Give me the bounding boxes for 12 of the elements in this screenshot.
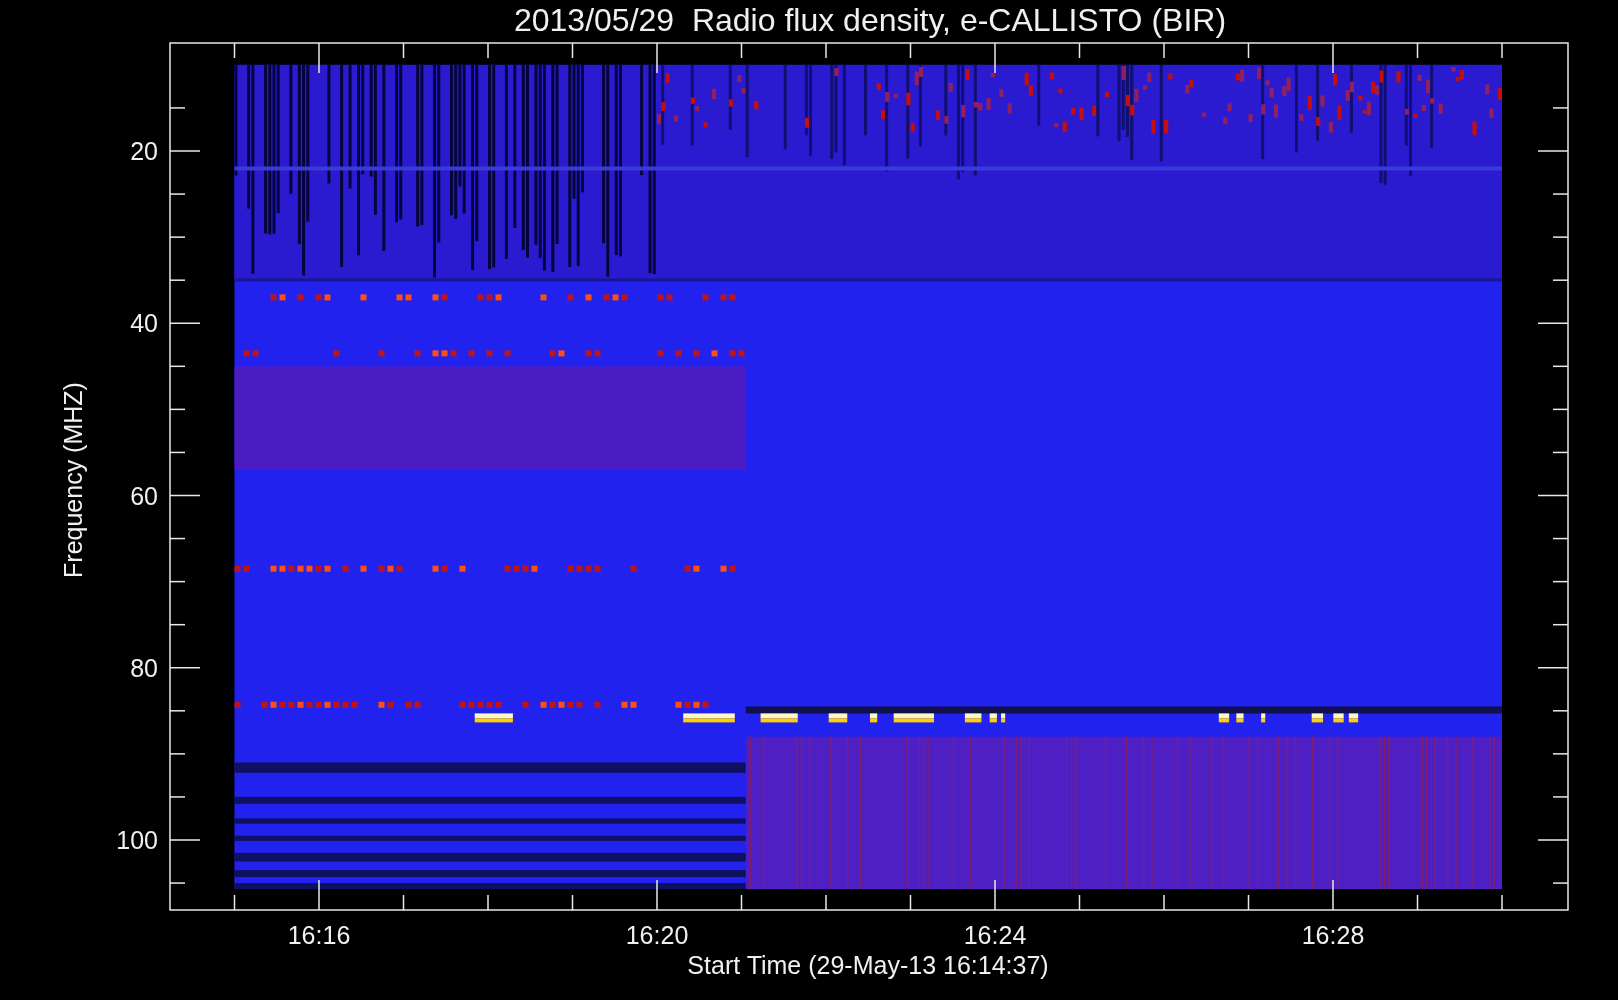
tick-label: 60 xyxy=(130,481,158,510)
axis-label: Start Time (29-May-13 16:14:37) xyxy=(687,951,1049,979)
tick-label: 16:24 xyxy=(963,921,1027,949)
tick-label: 40 xyxy=(130,309,158,338)
chart-title: 2013/05/29 Radio flux density, e-CALLISTO (BIR) xyxy=(513,2,1227,38)
tick-label: 16:16 xyxy=(287,921,351,949)
axis-label: Frequency (MHZ) xyxy=(59,382,87,578)
tick-label: 100 xyxy=(116,826,158,854)
tick-label: 20 xyxy=(130,137,158,165)
tick-label: 16:20 xyxy=(625,921,689,949)
tick-label: 80 xyxy=(130,653,158,682)
tick-label: 16:28 xyxy=(1301,921,1365,949)
